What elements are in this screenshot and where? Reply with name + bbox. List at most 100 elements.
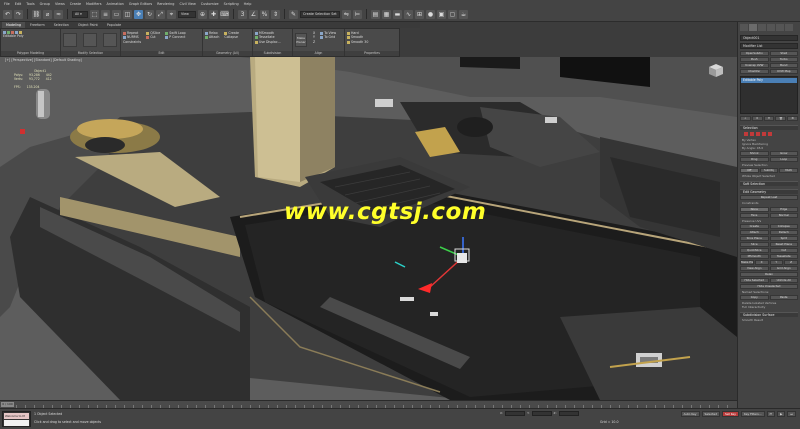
maxscript-input[interactable]: Welcome to M (4, 413, 29, 419)
ring-button[interactable]: Ring (740, 157, 769, 163)
named-selection-set-dropdown[interactable]: Create Selection Set (300, 10, 340, 18)
go-to-end-icon[interactable]: ⏭ (787, 411, 796, 417)
menu-create[interactable]: Create (70, 2, 81, 6)
hide-selected-button[interactable]: Hide Selected (740, 277, 769, 283)
modify-tab-icon[interactable] (749, 24, 757, 31)
align-z-button[interactable]: Z (313, 40, 315, 44)
hide-unselected-button[interactable]: Hide Unselected (740, 283, 798, 289)
bind-space-warp-icon[interactable]: ≈ (54, 9, 63, 19)
redo-icon[interactable]: ↷ (14, 9, 23, 19)
time-slider[interactable]: 0 / 100 (0, 400, 737, 408)
rendered-frame-window-icon[interactable]: ▢ (448, 9, 457, 19)
display-tab-icon[interactable] (776, 24, 784, 31)
constraints-button[interactable]: Constraints (123, 40, 141, 44)
create-tab-icon[interactable] (740, 24, 748, 31)
make-unique-icon[interactable]: ∀ (763, 116, 775, 121)
viewcube-icon[interactable] (707, 63, 725, 79)
constraint-face-radio[interactable]: Face (740, 212, 769, 218)
menu-customize[interactable]: Customize (201, 2, 219, 6)
spinner-snap-icon[interactable]: ⇕ (271, 9, 280, 19)
preview-subobj-radio[interactable]: SubObj (759, 168, 779, 174)
slice-button[interactable]: Slice (740, 241, 769, 247)
rectangular-selection-icon[interactable]: ▭ (112, 9, 121, 19)
select-and-rotate-icon[interactable]: ↻ (145, 9, 154, 19)
vertex-level-icon[interactable] (744, 132, 748, 136)
toggle-ribbon-icon[interactable]: ▬ (393, 9, 402, 19)
smooth-30-button[interactable]: Smooth 30 (347, 40, 397, 44)
menu-modifiers[interactable]: Modifiers (86, 2, 101, 6)
grid-align-button[interactable]: Grid Align (769, 265, 798, 271)
placement-icon[interactable]: ⌖ (167, 9, 176, 19)
border-level-icon[interactable] (756, 132, 760, 136)
quickslice-button[interactable]: QuickSlice (740, 247, 769, 253)
layer-explorer-icon[interactable]: ▦ (382, 9, 391, 19)
menu-rendering[interactable]: Rendering (157, 2, 174, 6)
select-and-move-icon[interactable]: ✥ (134, 9, 143, 19)
selection-filter-dropdown[interactable]: All ▾ (72, 10, 88, 18)
smooth-result-checkbox[interactable]: Smooth Result (738, 318, 800, 322)
menu-file[interactable]: File (4, 2, 10, 6)
show-end-result-icon[interactable]: Ⅱ (751, 116, 763, 121)
paste-button[interactable]: Paste (769, 294, 798, 300)
menu-help[interactable]: Help (244, 2, 252, 6)
rollout-soft-selection[interactable]: Soft Selection (740, 181, 798, 187)
slice-plane-button[interactable]: Slice Plane (740, 235, 769, 241)
menu-group[interactable]: Group (40, 2, 50, 6)
pin-stack-icon[interactable]: ⊥ (740, 116, 751, 121)
time-slider-handle[interactable]: 0 / 100 (1, 402, 14, 407)
menu-graph-editors[interactable]: Graph Editors (129, 2, 152, 6)
collapse-button-panel[interactable]: Collapse (769, 223, 798, 229)
rollout-edit-geometry[interactable]: Edit Geometry (740, 189, 798, 195)
loop-button[interactable]: Loop (769, 157, 798, 163)
unhide-all-button[interactable]: Unhide All (769, 277, 798, 283)
by-angle-checkbox[interactable]: By Angle: 45.0 (738, 146, 800, 150)
view-align-button[interactable]: View Align (740, 265, 769, 271)
attach-button-panel[interactable]: Attach (740, 229, 769, 235)
motion-tab-icon[interactable] (767, 24, 775, 31)
copy-button[interactable]: Copy (740, 294, 769, 300)
modifier-button-uvw-map[interactable]: UVW Map (769, 69, 798, 74)
viewport-label[interactable]: [+] [Perspective] [Standard] [Default Sh… (5, 58, 82, 62)
modifier-button-turbo[interactable]: Turbo (769, 57, 798, 62)
render-production-icon[interactable]: ☕ (459, 9, 468, 19)
tessellate-button-panel[interactable]: Tessellate (769, 253, 798, 259)
modifier-button-chamfer[interactable]: Chamfer (740, 69, 769, 74)
cut-button[interactable]: Cut (146, 35, 160, 39)
snaps-toggle-icon[interactable]: 3 (238, 9, 247, 19)
render-setup-icon[interactable]: ▣ (437, 9, 446, 19)
full-interactivity-checkbox[interactable]: Full Interactivity (738, 305, 800, 309)
constraint-none-radio[interactable]: None (740, 206, 769, 212)
set-key-button[interactable]: Set Key (722, 411, 739, 417)
create-button-panel[interactable]: Create (740, 223, 769, 229)
grow-button[interactable]: Grow (769, 151, 798, 157)
z-coordinate-field[interactable] (558, 411, 579, 416)
rollout-selection[interactable]: Selection (740, 125, 798, 130)
menu-civil-view[interactable]: Civil View (179, 2, 195, 6)
hierarchy-tab-icon[interactable] (758, 24, 766, 31)
modifier-list-dropdown[interactable]: Modifier List (740, 43, 798, 49)
modifier-button-shell[interactable]: Shell (769, 51, 798, 56)
selected-dropdown[interactable]: Selected (701, 411, 721, 417)
edit-named-selection-icon[interactable]: ✎ (289, 9, 298, 19)
auto-key-button[interactable]: Auto Key (680, 411, 700, 417)
reference-coord-dropdown[interactable]: View (178, 10, 196, 18)
menu-tools[interactable]: Tools (26, 2, 34, 6)
collapse-button[interactable]: Collapse (224, 35, 239, 39)
menu-animation[interactable]: Animation (107, 2, 124, 6)
align-icon[interactable]: ⊨ (353, 9, 362, 19)
preview-off-radio[interactable]: Off (740, 168, 759, 174)
to-grid-button[interactable]: To Grid (320, 35, 336, 39)
p-connect-button[interactable]: P Connect (165, 35, 186, 39)
make-planar-button-panel[interactable]: Make Planar (740, 259, 754, 265)
select-by-name-icon[interactable]: ≡ (101, 9, 110, 19)
undo-icon[interactable]: ↶ (3, 9, 12, 19)
x-coordinate-field[interactable] (505, 411, 526, 416)
utilities-tab-icon[interactable] (785, 24, 793, 31)
window-crossing-icon[interactable]: ◫ (123, 9, 132, 19)
stack-item-editable-poly[interactable]: Editable Poly (741, 78, 797, 83)
attach-button[interactable]: Attach (205, 35, 219, 39)
planar-x-button[interactable]: X (754, 259, 769, 265)
key-filters-button[interactable]: Key Filters... (740, 411, 765, 417)
edge-level-icon[interactable] (750, 132, 754, 136)
material-editor-icon[interactable]: ● (426, 9, 435, 19)
